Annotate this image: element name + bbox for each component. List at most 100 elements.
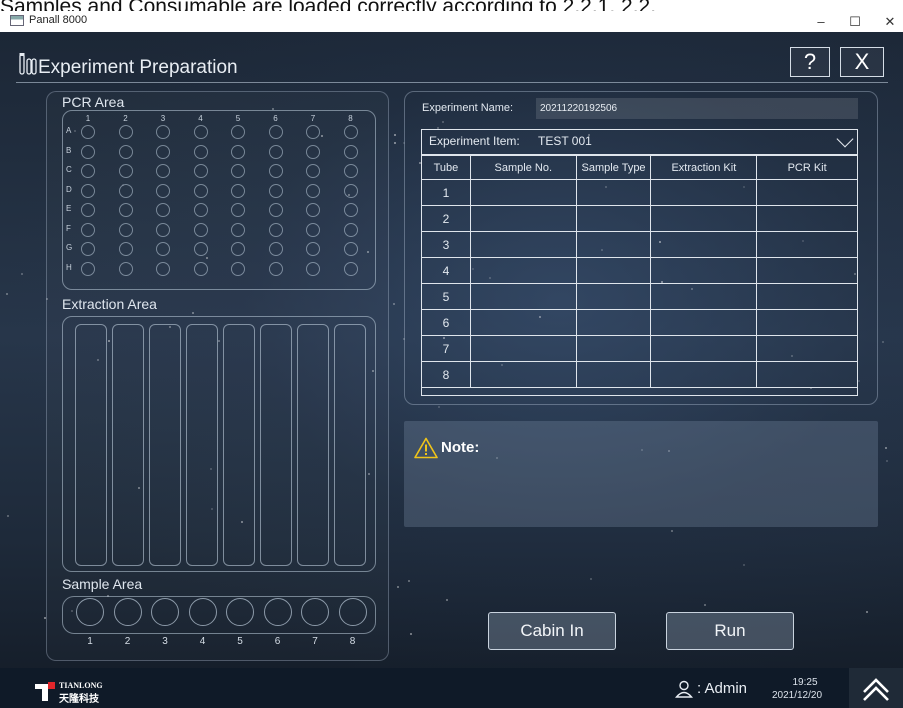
pcr-well[interactable] xyxy=(156,203,170,217)
pcr-well[interactable] xyxy=(156,164,170,178)
pcr-well[interactable] xyxy=(193,203,208,217)
table-row[interactable]: 5 xyxy=(421,283,858,310)
pcr-well[interactable] xyxy=(81,144,95,159)
pcr-well[interactable] xyxy=(118,261,133,276)
pcr-well[interactable] xyxy=(268,125,283,139)
sample-tube-slot[interactable] xyxy=(301,598,329,626)
table-row[interactable]: 7 xyxy=(421,335,858,362)
cell-sample-no[interactable] xyxy=(469,361,577,388)
pcr-well[interactable] xyxy=(231,183,245,198)
cell-extraction-kit[interactable] xyxy=(650,361,758,388)
extraction-strip[interactable] xyxy=(223,324,255,566)
pcr-well[interactable] xyxy=(81,164,95,178)
sample-tube-slot[interactable] xyxy=(151,598,179,626)
cell-pcr-kit[interactable] xyxy=(756,309,858,336)
pcr-well[interactable] xyxy=(118,242,133,256)
pcr-well[interactable] xyxy=(231,203,245,217)
extraction-strip[interactable] xyxy=(334,324,366,566)
extraction-strip[interactable] xyxy=(112,324,144,566)
cell-pcr-kit[interactable] xyxy=(756,179,858,206)
table-row[interactable]: 2 xyxy=(421,205,858,232)
pcr-well[interactable] xyxy=(156,261,170,276)
pcr-well[interactable] xyxy=(306,203,320,217)
pcr-well[interactable] xyxy=(306,125,320,139)
cell-sample-type[interactable] xyxy=(575,205,652,232)
pcr-well[interactable] xyxy=(343,183,358,198)
pcr-well[interactable] xyxy=(231,261,245,276)
cell-sample-type[interactable] xyxy=(575,179,652,206)
pcr-well[interactable] xyxy=(306,164,320,178)
cell-pcr-kit[interactable] xyxy=(756,283,858,310)
cabin-in-button[interactable]: Cabin In xyxy=(488,612,616,650)
sample-tube-slot[interactable] xyxy=(76,598,104,626)
minimize-button[interactable]: – xyxy=(806,13,836,30)
pcr-well[interactable] xyxy=(306,222,320,237)
table-row[interactable]: 6 xyxy=(421,309,858,336)
pcr-well[interactable] xyxy=(343,222,358,237)
cell-sample-no[interactable] xyxy=(469,231,577,258)
current-user[interactable]: : Admin xyxy=(697,680,747,697)
table-row[interactable]: 8 xyxy=(421,361,858,388)
pcr-well[interactable] xyxy=(306,183,320,198)
table-row[interactable]: 1 xyxy=(421,179,858,206)
cell-sample-no[interactable] xyxy=(469,309,577,336)
extraction-strip[interactable] xyxy=(149,324,181,566)
expand-menu-button[interactable] xyxy=(849,668,903,708)
pcr-well[interactable] xyxy=(156,144,170,159)
pcr-well[interactable] xyxy=(118,144,133,159)
extraction-strip[interactable] xyxy=(75,324,107,566)
cell-extraction-kit[interactable] xyxy=(650,205,758,232)
pcr-well[interactable] xyxy=(306,144,320,159)
help-button[interactable]: ? xyxy=(790,47,830,77)
pcr-well[interactable] xyxy=(193,125,208,139)
sample-tube-slot[interactable] xyxy=(338,598,367,626)
table-row[interactable]: 3 xyxy=(421,231,858,258)
cell-sample-no[interactable] xyxy=(469,179,577,206)
pcr-well[interactable] xyxy=(156,222,170,237)
pcr-well[interactable] xyxy=(81,203,95,217)
run-button[interactable]: Run xyxy=(666,612,794,650)
pcr-well[interactable] xyxy=(81,222,95,237)
pcr-well[interactable] xyxy=(118,203,133,217)
cell-pcr-kit[interactable] xyxy=(756,257,858,284)
pcr-well[interactable] xyxy=(193,261,208,276)
pcr-well[interactable] xyxy=(193,164,208,178)
pcr-well[interactable] xyxy=(343,125,358,139)
pcr-well[interactable] xyxy=(231,125,245,139)
cell-pcr-kit[interactable] xyxy=(756,361,858,388)
pcr-well[interactable] xyxy=(156,242,170,256)
pcr-well[interactable] xyxy=(156,125,170,139)
pcr-well[interactable] xyxy=(343,261,358,276)
cell-pcr-kit[interactable] xyxy=(756,231,858,258)
pcr-well[interactable] xyxy=(268,144,283,159)
pcr-well[interactable] xyxy=(193,222,208,237)
pcr-well[interactable] xyxy=(268,203,283,217)
pcr-well[interactable] xyxy=(306,261,320,276)
pcr-well[interactable] xyxy=(343,242,358,256)
pcr-well[interactable] xyxy=(193,144,208,159)
cell-sample-type[interactable] xyxy=(575,309,652,336)
pcr-well[interactable] xyxy=(343,144,358,159)
cell-extraction-kit[interactable] xyxy=(650,283,758,310)
pcr-well[interactable] xyxy=(231,164,245,178)
cell-extraction-kit[interactable] xyxy=(650,335,758,362)
sample-tube-slot[interactable] xyxy=(226,598,254,626)
pcr-well[interactable] xyxy=(343,164,358,178)
cell-sample-no[interactable] xyxy=(469,283,577,310)
pcr-well[interactable] xyxy=(231,144,245,159)
pcr-well[interactable] xyxy=(118,183,133,198)
cell-sample-type[interactable] xyxy=(575,283,652,310)
cell-pcr-kit[interactable] xyxy=(756,335,858,362)
pcr-well[interactable] xyxy=(193,242,208,256)
cell-sample-no[interactable] xyxy=(469,257,577,284)
cell-sample-type[interactable] xyxy=(575,335,652,362)
window-close-button[interactable]: ✕ xyxy=(875,13,903,30)
pcr-well[interactable] xyxy=(118,125,133,139)
pcr-well[interactable] xyxy=(81,242,95,256)
pcr-well[interactable] xyxy=(268,164,283,178)
cell-extraction-kit[interactable] xyxy=(650,231,758,258)
pcr-well[interactable] xyxy=(156,183,170,198)
pcr-well[interactable] xyxy=(268,261,283,276)
pcr-well[interactable] xyxy=(268,183,283,198)
experiment-item-select[interactable]: Experiment Item: TEST 001 xyxy=(421,129,858,155)
